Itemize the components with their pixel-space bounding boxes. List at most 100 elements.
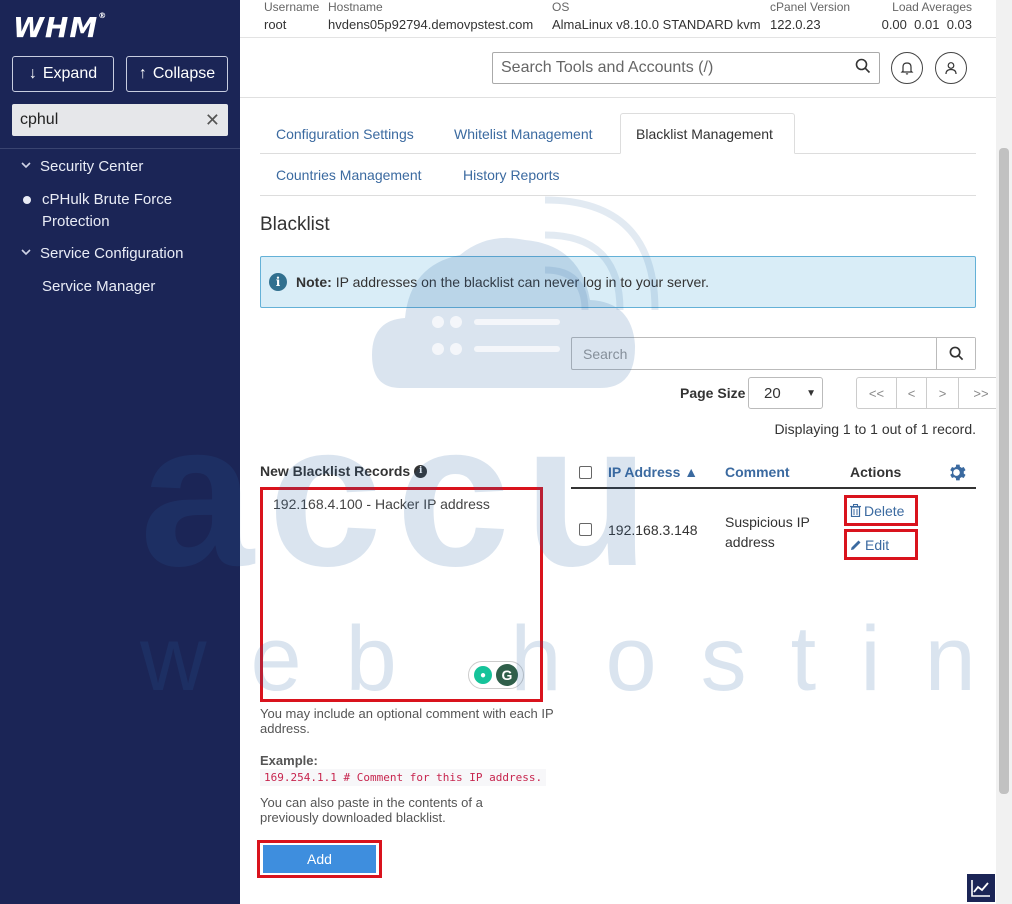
os-value: AlmaLinux v8.10.0 STANDARD kvm <box>552 17 761 32</box>
edit-label: Edit <box>865 536 890 553</box>
bell-icon <box>900 62 914 75</box>
chevron-down-icon <box>20 156 40 178</box>
page-title: Blacklist <box>260 214 330 235</box>
delete-label: Delete <box>864 502 905 519</box>
sidebar-item-service-manager[interactable]: Service Manager <box>0 276 240 298</box>
sidebar-nav: Security Center cPHulk Brute Force Prote… <box>0 156 240 298</box>
page-size-label: Page Size <box>680 385 746 401</box>
gear-icon[interactable] <box>947 463 966 485</box>
info-icon: i <box>269 273 287 291</box>
tab-countries-management[interactable]: Countries Management <box>276 167 422 183</box>
row-comment: Suspicious IP address <box>725 514 810 550</box>
chevron-down-icon: ▼ <box>806 387 816 399</box>
help-text-paste: You can also paste in the contents of a … <box>260 795 483 825</box>
header-divider <box>240 37 996 38</box>
sidebar-item-service-configuration[interactable]: Service Configuration <box>0 243 240 265</box>
add-button-highlight: Add <box>257 840 382 878</box>
column-ip-address[interactable]: IP Address ▲ <box>608 464 698 480</box>
notifications-button[interactable] <box>891 52 923 84</box>
page-size-select[interactable]: 20 ▼ <box>748 377 823 409</box>
pagination: << < > >> <box>856 377 1004 409</box>
column-comment[interactable]: Comment <box>725 464 790 480</box>
os-label: OS <box>552 0 570 14</box>
logo-text: WHM <box>13 11 99 44</box>
active-dot-icon <box>23 196 31 204</box>
tabs-row2-line <box>260 195 976 196</box>
tab-configuration-settings[interactable]: Configuration Settings <box>276 126 414 142</box>
table-header: IP Address ▲ Comment Actions <box>571 454 976 489</box>
add-button[interactable]: Add <box>263 845 376 873</box>
help-text-comment: You may include an optional comment with… <box>260 706 554 736</box>
note-text: IP addresses on the blacklist can never … <box>335 274 710 290</box>
trash-icon <box>850 504 861 517</box>
note-label: Note: <box>296 274 332 290</box>
tab-history-reports[interactable]: History Reports <box>463 167 559 183</box>
first-page-button[interactable]: << <box>857 378 897 408</box>
sidebar-item-cphulk[interactable]: cPHulk Brute Force Protection <box>0 189 240 233</box>
scrollbar-thumb[interactable] <box>999 148 1009 794</box>
example-label: Example: <box>260 753 318 768</box>
blacklist-search-input[interactable]: Search <box>572 338 936 369</box>
sysinfo-load: Load Averages 0.00 0.01 0.03 <box>879 0 972 32</box>
select-all-checkbox[interactable] <box>579 466 592 479</box>
blacklist-search-button[interactable] <box>936 338 975 369</box>
sysinfo-hostname: Hostname hvdens05p92794.demovpstest.com <box>328 0 533 32</box>
prev-page-button[interactable]: < <box>897 378 927 408</box>
chart-icon <box>971 880 990 897</box>
arrow-up-icon: ↑ <box>138 65 147 82</box>
sidebar: WHM® ↓ Expand ↑ Collapse cphul ✕ Securit… <box>0 0 240 904</box>
row-ip-address: 192.168.3.148 <box>608 522 698 538</box>
tabs-row1-line <box>260 153 976 154</box>
main-content: Configuration Settings Whitelist Managem… <box>240 98 1004 904</box>
clear-icon[interactable]: ✕ <box>205 110 220 131</box>
edit-button[interactable]: Edit <box>844 529 918 560</box>
sidebar-item-label: cPHulk Brute Force Protection <box>42 191 173 230</box>
search-tools-input[interactable]: Search Tools and Accounts (/) <box>492 52 880 84</box>
chevron-down-icon <box>20 243 40 265</box>
grammarly-widget[interactable]: ● G <box>468 661 524 689</box>
search-tools-placeholder: Search Tools and Accounts (/) <box>501 59 714 76</box>
load-5: 0.01 <box>914 17 940 32</box>
whm-logo[interactable]: WHM® <box>13 11 107 44</box>
tab-whitelist-management[interactable]: Whitelist Management <box>454 126 593 142</box>
grammarly-icon: G <box>496 664 518 686</box>
row-checkbox[interactable] <box>579 523 592 536</box>
delete-button[interactable]: Delete <box>844 495 918 526</box>
search-icon[interactable] <box>855 58 871 78</box>
user-menu-button[interactable] <box>935 52 967 84</box>
collapse-button[interactable]: ↑ Collapse <box>126 56 228 92</box>
load-1: 0.00 <box>881 17 907 32</box>
tab-blacklist-management[interactable]: Blacklist Management <box>620 113 795 154</box>
user-icon <box>945 62 957 75</box>
next-page-button[interactable]: > <box>927 378 959 408</box>
info-icon[interactable]: i <box>414 464 428 478</box>
sidebar-search-value: cphul <box>20 111 59 128</box>
display-count: Displaying 1 to 1 out of 1 record. <box>774 421 976 437</box>
page-size-value: 20 <box>764 384 781 402</box>
header: Username root Hostname hvdens05p92794.de… <box>240 0 996 98</box>
bulb-icon: ● <box>474 666 492 684</box>
arrow-down-icon: ↓ <box>28 65 37 82</box>
collapse-label: Collapse <box>152 65 216 82</box>
new-records-label-text: New Blacklist Records <box>260 463 411 479</box>
load-averages-values: 0.00 0.01 0.03 <box>879 17 972 32</box>
username-label: Username <box>264 0 320 14</box>
username-value: root <box>264 17 287 32</box>
cpanel-version-label: cPanel Version <box>770 0 851 14</box>
new-records-label: New Blacklist Records i <box>260 463 428 479</box>
note-alert: i Note: IP addresses on the blacklist ca… <box>260 256 976 308</box>
load-15: 0.03 <box>946 17 972 32</box>
column-actions: Actions <box>850 464 902 480</box>
sidebar-item-label: Security Center <box>40 158 144 175</box>
sysinfo-username: Username root <box>264 0 319 32</box>
sidebar-divider <box>0 148 240 149</box>
pencil-icon <box>851 540 861 550</box>
search-icon <box>949 346 963 361</box>
sidebar-item-security-center[interactable]: Security Center <box>0 156 240 178</box>
sidebar-search-input[interactable]: cphul ✕ <box>12 104 228 136</box>
sysinfo-cpanel: cPanel Version 122.0.23 <box>770 0 850 32</box>
logo-mark: ® <box>98 11 108 20</box>
hostname-label: Hostname <box>328 0 383 14</box>
analytics-button[interactable] <box>966 873 996 903</box>
expand-button[interactable]: ↓ Expand <box>12 56 114 92</box>
